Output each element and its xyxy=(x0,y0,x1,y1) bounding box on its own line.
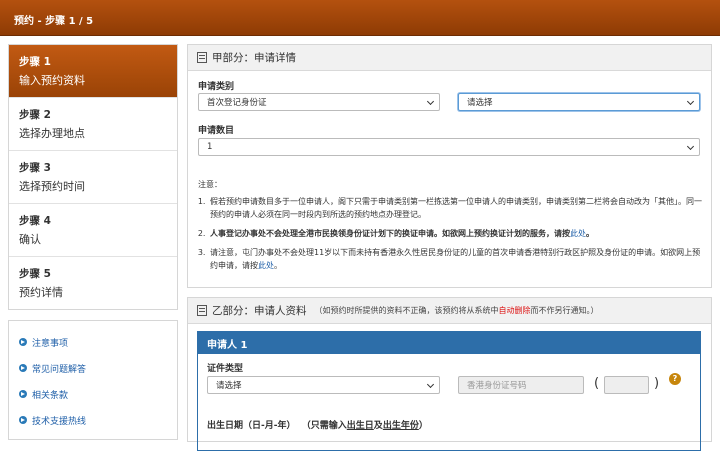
step-label: 选择预约时间 xyxy=(19,180,85,193)
category-select-2-value: 请选择 xyxy=(467,98,493,108)
note-2-text: 人事登记办事处不会处理全港市民换领身份证计划下的换证申请。如欲网上预约换证计划的… xyxy=(210,229,570,238)
dob-note-day: 出生日 xyxy=(346,421,374,431)
dob-note-mid: 及 xyxy=(373,421,383,431)
step-5[interactable]: 步骤 5 预约详情 xyxy=(9,257,177,310)
applicant-1-box: 申请人 1 证件类型 请选择 香港身份证号码 ( ) ? 出生日期（日-月-年）… xyxy=(197,331,701,451)
help-icon[interactable]: ? xyxy=(669,373,681,385)
arrow-circle-icon xyxy=(19,338,27,346)
link-terms[interactable]: 相关条款 xyxy=(9,381,177,407)
link-faq-text[interactable]: 常见问题解答 xyxy=(32,362,86,375)
doc-type-select-value: 请选择 xyxy=(216,381,242,391)
step-1[interactable]: 步骤 1 输入预约资料 xyxy=(9,45,177,98)
note-3-end: 。 xyxy=(274,261,282,270)
step-number: 步骤 2 xyxy=(19,109,51,121)
part-b-panel: 乙部分：申请人资料 （如预约时所提供的资料不正确，该预约将从系统中自动删除而不作… xyxy=(187,297,712,451)
category-label: 申请类别 xyxy=(198,82,235,92)
step-4[interactable]: 步骤 4 确认 xyxy=(9,204,177,257)
dob-note-pre: （只需输入 xyxy=(301,421,347,431)
note-3: 请注意，屯门办事处不会处理11岁以下而未持有香港永久性居民身份证的儿童的首次申请… xyxy=(208,246,703,272)
chevron-down-icon xyxy=(426,97,435,106)
dob-note-post: ） xyxy=(418,421,428,431)
doc-type-select[interactable]: 请选择 xyxy=(207,376,440,394)
arrow-circle-icon xyxy=(19,416,27,424)
help-links: 注意事项 常见问题解答 相关条款 技术支援热线 xyxy=(8,320,178,440)
part-b-title: 乙部分：申请人资料 xyxy=(212,305,307,317)
count-label: 申请数目 xyxy=(198,126,235,136)
page-title: 预约 - 步骤 1 / 5 xyxy=(14,16,94,27)
hkid-number-input[interactable]: 香港身份证号码 xyxy=(458,376,584,394)
notes-title: 注意： xyxy=(198,180,222,189)
dob-note-year: 出生年份 xyxy=(382,421,419,431)
link-notes-text[interactable]: 注意事项 xyxy=(32,336,68,349)
paren-open: ( xyxy=(594,376,600,391)
link-support-text[interactable]: 技术支援热线 xyxy=(32,414,86,427)
note-3-link[interactable]: 此处 xyxy=(258,261,274,270)
step-number: 步骤 4 xyxy=(19,215,51,227)
step-number: 步骤 1 xyxy=(19,56,51,68)
link-notes[interactable]: 注意事项 xyxy=(9,329,177,355)
note-1-text: 假若预约申请数目多于一位申请人，阁下只需于申请类别第一栏拣选第一位申请人的申请类… xyxy=(210,197,702,219)
form-icon xyxy=(197,305,207,316)
arrow-circle-icon xyxy=(19,364,27,372)
dob-label-text: 出生日期（日-月-年） xyxy=(207,421,296,431)
step-label: 预约详情 xyxy=(19,286,63,299)
step-label: 输入预约资料 xyxy=(19,74,85,87)
doc-type-label: 证件类型 xyxy=(207,364,244,374)
category-select-1-value: 首次登记身份证 xyxy=(207,98,267,108)
category-select-2[interactable]: 请选择 xyxy=(458,93,700,111)
part-b-note: （如预约时所提供的资料不正确，该预约将从系统中自动删除而不作另行通知。） xyxy=(315,305,599,316)
chevron-down-icon xyxy=(686,142,695,151)
part-b-note-pre: （如预约时所提供的资料不正确，该预约将从系统中 xyxy=(314,306,499,315)
step-sidebar: 步骤 1 输入预约资料 步骤 2 选择办理地点 步骤 3 选择预约时间 步骤 4… xyxy=(8,44,178,310)
link-faq[interactable]: 常见问题解答 xyxy=(9,355,177,381)
dob-label: 出生日期（日-月-年） （只需输入出生日及出生年份） xyxy=(207,418,428,431)
part-a-title: 甲部分：申请详情 xyxy=(212,52,296,64)
step-number: 步骤 5 xyxy=(19,268,51,280)
step-label: 选择办理地点 xyxy=(19,127,85,140)
note-1: 假若预约申请数目多于一位申请人，阁下只需于申请类别第一栏拣选第一位申请人的申请类… xyxy=(208,195,703,221)
note-2-link[interactable]: 此处 xyxy=(570,229,586,238)
applicant-1-header: 申请人 1 xyxy=(198,332,700,354)
note-3-text: 请注意，屯门办事处不会处理11岁以下而未持有香港永久性居民身份证的儿童的首次申请… xyxy=(210,248,701,270)
chevron-down-icon xyxy=(686,97,695,106)
note-2: 人事登记办事处不会处理全港市民换领身份证计划下的换证申请。如欲网上预约换证计划的… xyxy=(208,227,703,240)
step-number: 步骤 3 xyxy=(19,162,51,174)
part-a-header: 甲部分：申请详情 xyxy=(188,45,711,71)
step-3[interactable]: 步骤 3 选择预约时间 xyxy=(9,151,177,204)
notes-section: 注意： 假若预约申请数目多于一位申请人，阁下只需于申请类别第一栏拣选第一位申请人… xyxy=(198,178,703,278)
step-2[interactable]: 步骤 2 选择办理地点 xyxy=(9,98,177,151)
count-select[interactable]: 1 xyxy=(198,138,700,156)
hkid-number-placeholder: 香港身份证号码 xyxy=(467,381,527,391)
category-select-1[interactable]: 首次登记身份证 xyxy=(198,93,440,111)
part-a-panel: 甲部分：申请详情 申请类别 首次登记身份证 请选择 申请数目 1 注意： 假若预… xyxy=(187,44,712,288)
part-b-note-red: 自动删除 xyxy=(498,306,531,315)
note-2-end: 。 xyxy=(586,229,594,238)
step-label: 确认 xyxy=(19,233,41,246)
form-icon xyxy=(197,52,207,63)
part-b-note-post: 而不作另行通知。） xyxy=(530,306,599,315)
paren-close: ) xyxy=(654,376,660,391)
arrow-circle-icon xyxy=(19,390,27,398)
top-banner: 预约 - 步骤 1 / 5 xyxy=(0,0,720,36)
hkid-check-digit-input[interactable] xyxy=(604,376,649,394)
link-support[interactable]: 技术支援热线 xyxy=(9,407,177,433)
chevron-down-icon xyxy=(426,380,435,389)
link-terms-text[interactable]: 相关条款 xyxy=(32,388,68,401)
count-select-value: 1 xyxy=(207,142,213,152)
part-b-header: 乙部分：申请人资料 （如预约时所提供的资料不正确，该预约将从系统中自动删除而不作… xyxy=(188,298,711,324)
